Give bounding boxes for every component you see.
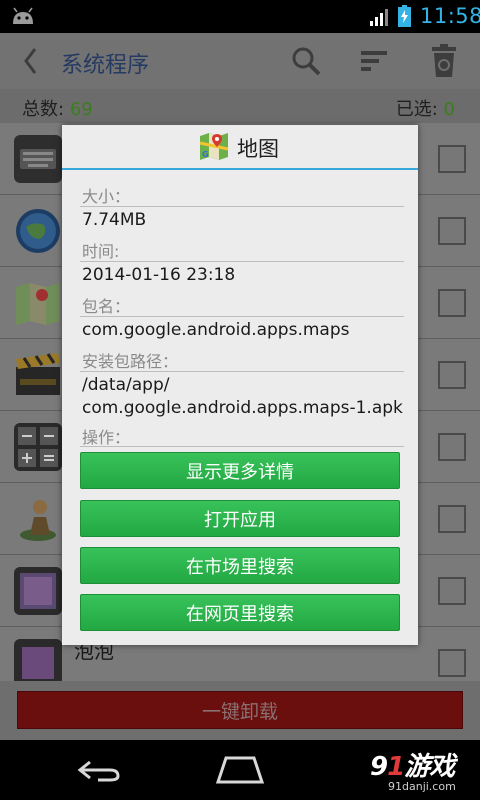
- page-title: 系统程序: [61, 53, 150, 78]
- maps-icon: G: [199, 133, 229, 160]
- count-bar: 总数: 69 已选: 0: [0, 89, 480, 123]
- actions-label: 操作：: [82, 428, 131, 447]
- status-clock: 11:58: [420, 4, 480, 28]
- row-checkbox[interactable]: [438, 505, 466, 533]
- google-earth-icon: [16, 209, 60, 253]
- gallery-icon: [14, 567, 62, 615]
- sort-icon[interactable]: [361, 49, 387, 73]
- bottom-bar: 一键卸载: [0, 681, 480, 740]
- app-icon: [14, 639, 62, 687]
- row-checkbox[interactable]: [438, 577, 466, 605]
- apk-path-value-line2: com.google.android.apps.maps-1.apk: [82, 398, 403, 418]
- row-checkbox[interactable]: [438, 217, 466, 245]
- back-chevron-icon[interactable]: [22, 47, 38, 75]
- apk-path-value-line1: /data/app/: [82, 375, 170, 395]
- row-checkbox[interactable]: [438, 361, 466, 389]
- size-value: 7.74MB: [82, 210, 147, 230]
- app-info-dialog: G 地图 大小： 7.74MB 时间: 2014-01-16 23:18 包名：…: [62, 125, 418, 645]
- watermark-logo-prefix: 9: [370, 752, 388, 782]
- row-checkbox[interactable]: [438, 289, 466, 317]
- show-more-details-button[interactable]: 显示更多详情: [80, 452, 400, 489]
- dialog-header: G 地图: [62, 125, 418, 169]
- watermark-logo-suffix: 游戏: [404, 752, 455, 782]
- selected-count: 已选: 0: [396, 95, 455, 121]
- field-divider: [80, 371, 404, 372]
- time-value: 2014-01-16 23:18: [82, 265, 236, 285]
- latitude-person-icon: [20, 500, 56, 541]
- dialog-title-divider: [62, 168, 418, 170]
- watermark-url: 91danji.com: [388, 780, 456, 793]
- nav-back-icon[interactable]: [76, 758, 122, 782]
- selected-count-value: 0: [443, 99, 455, 120]
- open-app-button[interactable]: 打开应用: [80, 500, 400, 537]
- search-icon[interactable]: [290, 45, 322, 77]
- field-divider: [80, 446, 404, 447]
- maps-icon: [16, 283, 60, 325]
- row-checkbox[interactable]: [438, 649, 466, 677]
- total-count-value: 69: [69, 99, 93, 120]
- signal-icon: [370, 9, 388, 26]
- svg-text:G: G: [202, 150, 209, 159]
- field-divider: [80, 206, 404, 207]
- watermark-logo-accent: 1: [387, 752, 405, 782]
- dialog-title: 地图: [237, 137, 279, 161]
- one-click-uninstall-button[interactable]: 一键卸载: [17, 691, 463, 729]
- battery-charging-icon: [398, 5, 411, 27]
- calculator-icon: [14, 423, 62, 471]
- watermark-logo: 91游戏: [370, 746, 455, 783]
- field-divider: [80, 261, 404, 262]
- selected-count-label: 已选:: [395, 99, 438, 120]
- action-bar: 系统程序: [0, 33, 480, 89]
- recycle-trash-icon[interactable]: [431, 44, 457, 78]
- package-name-value: com.google.android.apps.maps: [82, 320, 350, 340]
- keyboard-icon: [14, 135, 62, 183]
- field-divider: [80, 316, 404, 317]
- row-checkbox[interactable]: [438, 145, 466, 173]
- total-count: 总数: 69: [22, 95, 93, 121]
- status-bar: 11:58: [0, 0, 480, 33]
- size-label: 大小：: [82, 187, 131, 206]
- total-count-label: 总数:: [22, 99, 65, 120]
- row-checkbox[interactable]: [438, 433, 466, 461]
- navigation-bar: 91游戏 91danji.com: [0, 740, 480, 800]
- nav-home-icon[interactable]: [216, 756, 264, 784]
- apk-path-label: 安装包路径：: [82, 352, 179, 371]
- package-name-label: 包名：: [82, 297, 131, 316]
- time-label: 时间:: [82, 242, 120, 261]
- android-icon: [13, 7, 33, 24]
- clapperboard-icon: [16, 353, 60, 395]
- search-in-market-button[interactable]: 在市场里搜索: [80, 547, 400, 584]
- watermark: 91游戏 91danji.com: [370, 746, 478, 798]
- search-on-web-button[interactable]: 在网页里搜索: [80, 594, 400, 631]
